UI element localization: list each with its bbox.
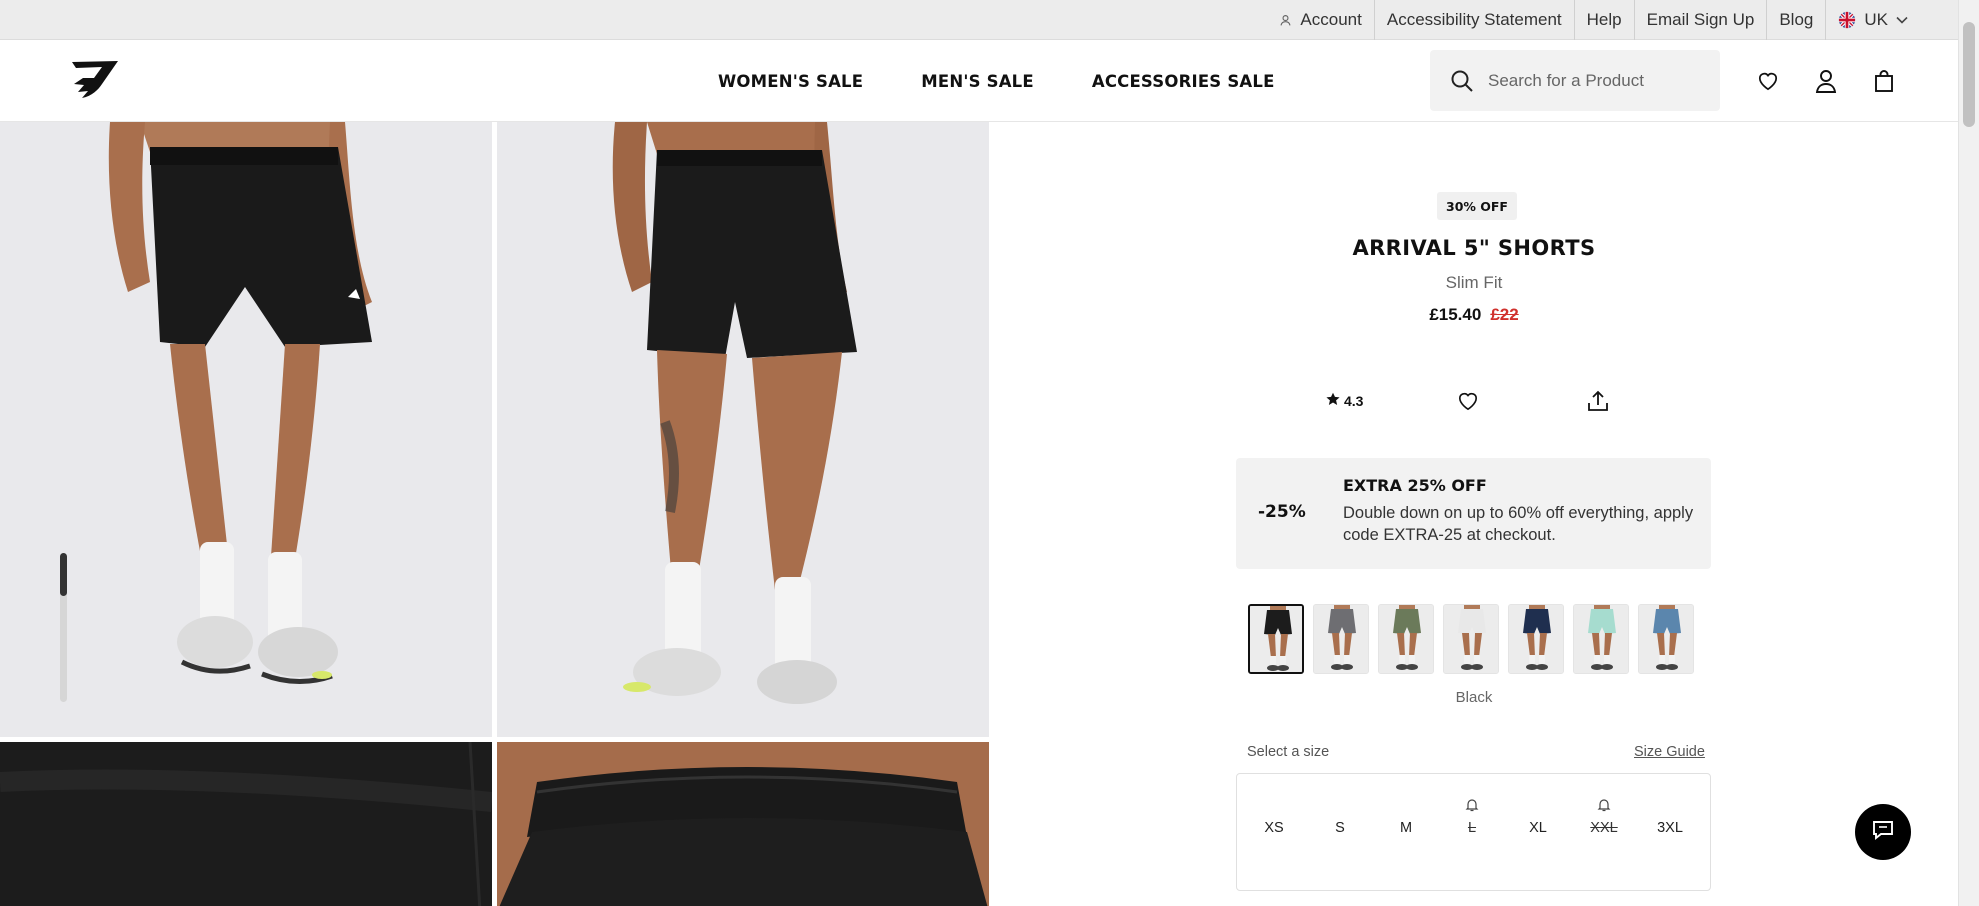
size-label: L [1467,820,1477,836]
search-box[interactable] [1430,50,1720,111]
size-option[interactable]: M [1373,774,1439,892]
promo-text: Double down on up to 60% off everything,… [1343,504,1694,544]
help-link[interactable]: Help [1573,0,1634,40]
size-label: S [1335,820,1345,836]
nav-womens-sale[interactable]: WOMEN'S SALE [718,72,863,91]
uk-flag-icon [1838,11,1856,29]
product-fit: Slim Fit [1445,273,1503,292]
main-nav: WOMEN'S SALE MEN'S SALE ACCESSORIES SALE [718,40,1275,122]
size-option[interactable]: S [1307,774,1373,892]
product-actions: 4.3 [990,382,1958,422]
account-link[interactable]: Account [1267,0,1373,40]
size-label: XS [1264,820,1284,836]
search-icon [1450,69,1474,93]
promo-banner: -25% EXTRA 25% OFF Double down on up to … [1236,458,1711,569]
size-option[interactable]: XXL [1571,774,1637,892]
accessibility-statement-link[interactable]: Accessibility Statement [1373,0,1574,40]
promo-percent: -25% [1258,502,1306,522]
notify-bell-icon [1465,798,1479,812]
nav-accessories-sale[interactable]: ACCESSORIES SALE [1092,72,1275,91]
selected-color-name: Black [1455,689,1493,706]
chat-icon [1871,819,1895,846]
color-swatch[interactable] [1313,604,1369,674]
chevron-down-icon [1896,16,1908,24]
product-gallery [0,122,990,906]
color-swatch[interactable] [1248,604,1304,674]
gallery-scroll-thumb[interactable] [60,553,67,596]
color-swatch[interactable] [1508,604,1564,674]
account-user-icon[interactable] [1811,66,1841,96]
color-swatches [1248,604,1694,674]
rating-value: 4.3 [1344,392,1364,409]
wishlist-heart-icon[interactable] [1753,66,1783,96]
color-swatch[interactable] [1378,604,1434,674]
color-swatch[interactable] [1443,604,1499,674]
size-label: M [1399,820,1413,836]
discount-badge: 30% OFF [1437,192,1517,220]
size-label: XL [1529,820,1547,836]
original-price: £22 [1490,305,1519,324]
color-swatch[interactable] [1638,604,1694,674]
price-group: £15.40 £22 [990,305,1958,325]
product-image-waistband-detail[interactable] [497,742,989,906]
main-header: WOMEN'S SALE MEN'S SALE ACCESSORIES SALE [0,40,1958,122]
size-label: XXL [1590,820,1618,836]
size-option[interactable]: XS [1241,774,1307,892]
color-swatch[interactable] [1573,604,1629,674]
notify-bell-icon [1597,798,1611,812]
sale-price: £15.40 [1429,305,1482,324]
nav-mens-sale[interactable]: MEN'S SALE [921,72,1034,91]
size-selector: XS S M L XL XXL 3XL [1236,773,1711,891]
page-scrollbar[interactable] [1958,0,1979,906]
user-icon [1279,14,1292,27]
size-label: 3XL [1657,820,1683,836]
blog-link[interactable]: Blog [1766,0,1825,40]
product-image-fabric-detail[interactable] [0,742,492,906]
shopping-bag-icon[interactable] [1869,66,1899,96]
utility-bar: Account Accessibility Statement Help Ema… [0,0,1958,40]
size-guide-link[interactable]: Size Guide [1634,744,1705,760]
brand-logo[interactable] [68,58,122,102]
star-icon [1326,392,1340,409]
region-label: UK [1864,10,1888,29]
size-option[interactable]: L [1439,774,1505,892]
search-input[interactable] [1488,70,1698,91]
product-image-front[interactable] [0,122,492,737]
email-signup-link[interactable]: Email Sign Up [1633,0,1767,40]
size-option[interactable]: XL [1505,774,1571,892]
chat-button[interactable] [1855,804,1911,860]
share-icon[interactable] [1583,386,1613,416]
utility-links: Account Accessibility Statement Help Ema… [1267,0,1920,40]
select-size-label: Select a size [1247,744,1330,760]
account-label: Account [1300,10,1362,29]
product-details: 30% OFF ARRIVAL 5" SHORTS Slim Fit £15.4… [990,122,1958,906]
region-selector[interactable]: UK [1825,0,1920,40]
product-title: ARRIVAL 5" SHORTS [1352,236,1596,260]
add-to-wishlist-heart-icon[interactable] [1453,386,1483,416]
promo-title: EXTRA 25% OFF [1343,476,1487,495]
product-rating[interactable]: 4.3 [1326,392,1363,409]
size-option[interactable]: 3XL [1637,774,1703,892]
product-image-back[interactable] [497,122,989,737]
page-scroll-thumb[interactable] [1963,22,1975,127]
